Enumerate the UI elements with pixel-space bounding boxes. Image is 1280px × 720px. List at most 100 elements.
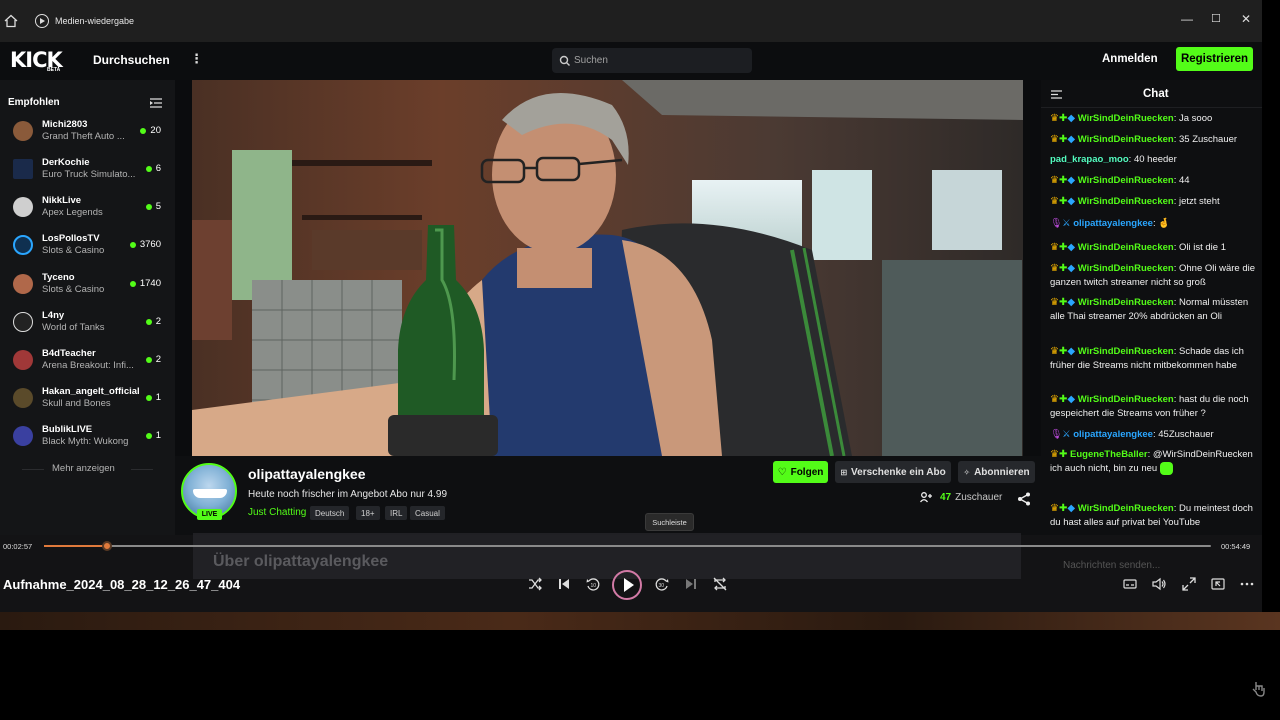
viewer-counter: 47 Zuschauer xyxy=(920,492,1002,503)
shuffle-icon[interactable] xyxy=(527,576,543,592)
chat-username[interactable]: WirSindDeinRuecken xyxy=(1078,297,1174,308)
chat-username[interactable]: WirSindDeinRuecken xyxy=(1078,175,1174,186)
sidebar-item-hakan-angelt-official[interactable]: Hakan_angelt_official Skull and Bones 1 xyxy=(0,380,175,418)
recommended-sidebar: Empfohlen Michi2803 Grand Theft Auto ...… xyxy=(0,80,175,535)
search-input[interactable] xyxy=(574,55,744,66)
tag[interactable]: Deutsch xyxy=(310,506,350,520)
sidebar-item-derkochie[interactable]: DerKochie Euro Truck Simulato... 6 xyxy=(0,151,175,189)
home-icon[interactable] xyxy=(3,13,19,29)
chat-username[interactable]: olipattayalengkee xyxy=(1073,429,1153,440)
follow-button[interactable]: ♡ Folgen xyxy=(773,461,828,483)
miniplayer-icon[interactable] xyxy=(1210,576,1226,592)
maximize-button[interactable]: ☐ xyxy=(1211,12,1221,25)
fullscreen-icon[interactable] xyxy=(1181,576,1197,592)
sidebar-item-category: Grand Theft Auto ... xyxy=(42,131,125,142)
gift-sub-button[interactable]: ⊞ Verschenke ein Abo xyxy=(835,461,951,483)
close-button[interactable]: ✕ xyxy=(1241,12,1251,26)
chat-message: 🎙⚔ olipattayalengkee: 45Zuschauer xyxy=(1050,429,1214,440)
chat-username[interactable]: WirSindDeinRuecken xyxy=(1078,503,1174,514)
divider xyxy=(131,469,153,470)
chat-username[interactable]: pad_krapao_moo xyxy=(1050,154,1129,165)
live-dot-icon xyxy=(129,241,136,248)
chat-username[interactable]: olipattayalengkee xyxy=(1073,218,1153,229)
sword-badge-icon: ⚔ xyxy=(1062,429,1071,440)
avatar xyxy=(13,235,33,255)
seek-bar-thumb[interactable] xyxy=(102,541,113,551)
chat-message: ♛✚◆ WirSindDeinRuecken: Du meintest doch… xyxy=(1050,503,1253,528)
gem-badge-icon: ◆ xyxy=(1067,346,1076,357)
forward-30-icon[interactable]: 30 xyxy=(654,576,670,592)
star-icon: ✧ xyxy=(963,467,971,477)
chat-username[interactable]: EugeneTheBaller xyxy=(1070,449,1148,460)
viewer-count-value: 47 xyxy=(940,492,952,503)
seek-bar[interactable] xyxy=(44,541,1211,551)
tag[interactable]: Casual xyxy=(410,506,445,520)
sidebar-item-lospollostv[interactable]: LosPollosTV Slots & Casino 3760 xyxy=(0,227,175,265)
users-icon xyxy=(920,492,932,503)
chat-message: ♛✚◆ WirSindDeinRuecken: Ja sooo xyxy=(1050,113,1213,124)
hand-cursor-icon xyxy=(1252,682,1265,697)
more-options-icon[interactable] xyxy=(1239,576,1255,592)
mic-badge-icon: 🎙 xyxy=(1050,218,1063,229)
media-player-app-icon xyxy=(35,14,49,28)
sidebar-item-category: Euro Truck Simulato... xyxy=(42,169,136,180)
avatar xyxy=(13,197,33,217)
stream-category-link[interactable]: Just Chatting xyxy=(248,507,306,518)
browse-link[interactable]: Durchsuchen xyxy=(93,53,170,67)
sidebar-item-name: BublikLIVE xyxy=(42,424,93,435)
sidebar-item-category: Apex Legends xyxy=(42,207,103,218)
chat-message: ♛✚ EugeneTheBaller: @WirSindDeinRuecken … xyxy=(1050,449,1253,475)
more-menu-icon[interactable]: ⋮ xyxy=(190,51,203,67)
chat-username[interactable]: WirSindDeinRuecken xyxy=(1078,263,1174,274)
collapse-sidebar-icon[interactable] xyxy=(150,98,162,108)
login-button[interactable]: Anmelden xyxy=(1102,53,1158,65)
tag[interactable]: IRL xyxy=(385,506,408,520)
window-title: Medien-wiedergabe xyxy=(55,16,135,26)
subscribe-button[interactable]: ✧ Abonnieren xyxy=(958,461,1035,483)
channel-name[interactable]: olipattayalengkee xyxy=(248,466,366,482)
crown-badge-icon: ♛ xyxy=(1050,449,1059,460)
chat-message: 🎙⚔ olipattayalengkee: 🤞 xyxy=(1050,218,1171,229)
sidebar-item-b4dteacher[interactable]: B4dTeacher Arena Breakout: Infi... 2 xyxy=(0,342,175,380)
repeat-off-icon[interactable] xyxy=(712,576,728,592)
search-box[interactable] xyxy=(552,48,752,73)
sword-badge-icon: ⚔ xyxy=(1062,218,1071,229)
crown-badge-icon: ♛ xyxy=(1050,503,1059,514)
live-dot-icon xyxy=(145,203,152,210)
chat-username[interactable]: WirSindDeinRuecken xyxy=(1078,346,1174,357)
subtitles-icon[interactable] xyxy=(1122,576,1138,592)
register-button[interactable]: Registrieren xyxy=(1176,47,1253,71)
sidebar-item-l4ny[interactable]: L4ny World of Tanks 2 xyxy=(0,304,175,342)
sidebar-item-bubliklive[interactable]: BublikLIVE Black Myth: Wukong 1 xyxy=(0,418,175,456)
minimize-button[interactable]: — xyxy=(1181,12,1193,26)
tag[interactable]: 18+ xyxy=(356,506,380,520)
sidebar-item-tyceno[interactable]: Tyceno Slots & Casino 1740 xyxy=(0,266,175,304)
next-icon[interactable] xyxy=(683,576,699,592)
chat-username[interactable]: WirSindDeinRuecken xyxy=(1078,196,1174,207)
volume-icon[interactable] xyxy=(1151,576,1167,592)
collapse-chat-icon[interactable] xyxy=(1051,90,1062,99)
sidebar-item-nikklive[interactable]: NikkLive Apex Legends 5 xyxy=(0,189,175,227)
sidebar-item-name: B4dTeacher xyxy=(42,348,96,359)
sidebar-item-michi2803[interactable]: Michi2803 Grand Theft Auto ... 20 xyxy=(0,113,175,151)
chat-username[interactable]: WirSindDeinRuecken xyxy=(1078,394,1174,405)
about-heading: Über olipattayalengkee xyxy=(213,553,389,570)
chat-username[interactable]: WirSindDeinRuecken xyxy=(1078,242,1174,253)
chat-message: ♛✚◆ WirSindDeinRuecken: Schade das ich f… xyxy=(1050,346,1244,371)
video-player[interactable] xyxy=(192,80,1023,456)
viewer-count: 5 xyxy=(145,201,161,212)
rewind-10-icon[interactable]: 10 xyxy=(585,576,601,592)
chat-input[interactable]: Nachrichten senden... xyxy=(1063,560,1160,571)
chat-text: 45Zuschauer xyxy=(1158,429,1214,440)
play-button[interactable] xyxy=(612,570,642,600)
chat-message: pad_krapao_moo: 40 heeder xyxy=(1050,154,1177,165)
subscribe-label: Abonnieren xyxy=(974,466,1030,478)
sidebar-item-category: Slots & Casino xyxy=(42,245,105,256)
chat-username[interactable]: WirSindDeinRuecken xyxy=(1078,113,1174,124)
chat-message: ♛✚◆ WirSindDeinRuecken: Oli ist die 1 xyxy=(1050,242,1226,253)
show-more-link[interactable]: Mehr anzeigen xyxy=(52,463,115,474)
share-icon[interactable] xyxy=(1017,492,1031,506)
chat-username[interactable]: WirSindDeinRuecken xyxy=(1078,134,1174,145)
live-dot-icon xyxy=(129,280,136,287)
previous-icon[interactable] xyxy=(556,576,572,592)
